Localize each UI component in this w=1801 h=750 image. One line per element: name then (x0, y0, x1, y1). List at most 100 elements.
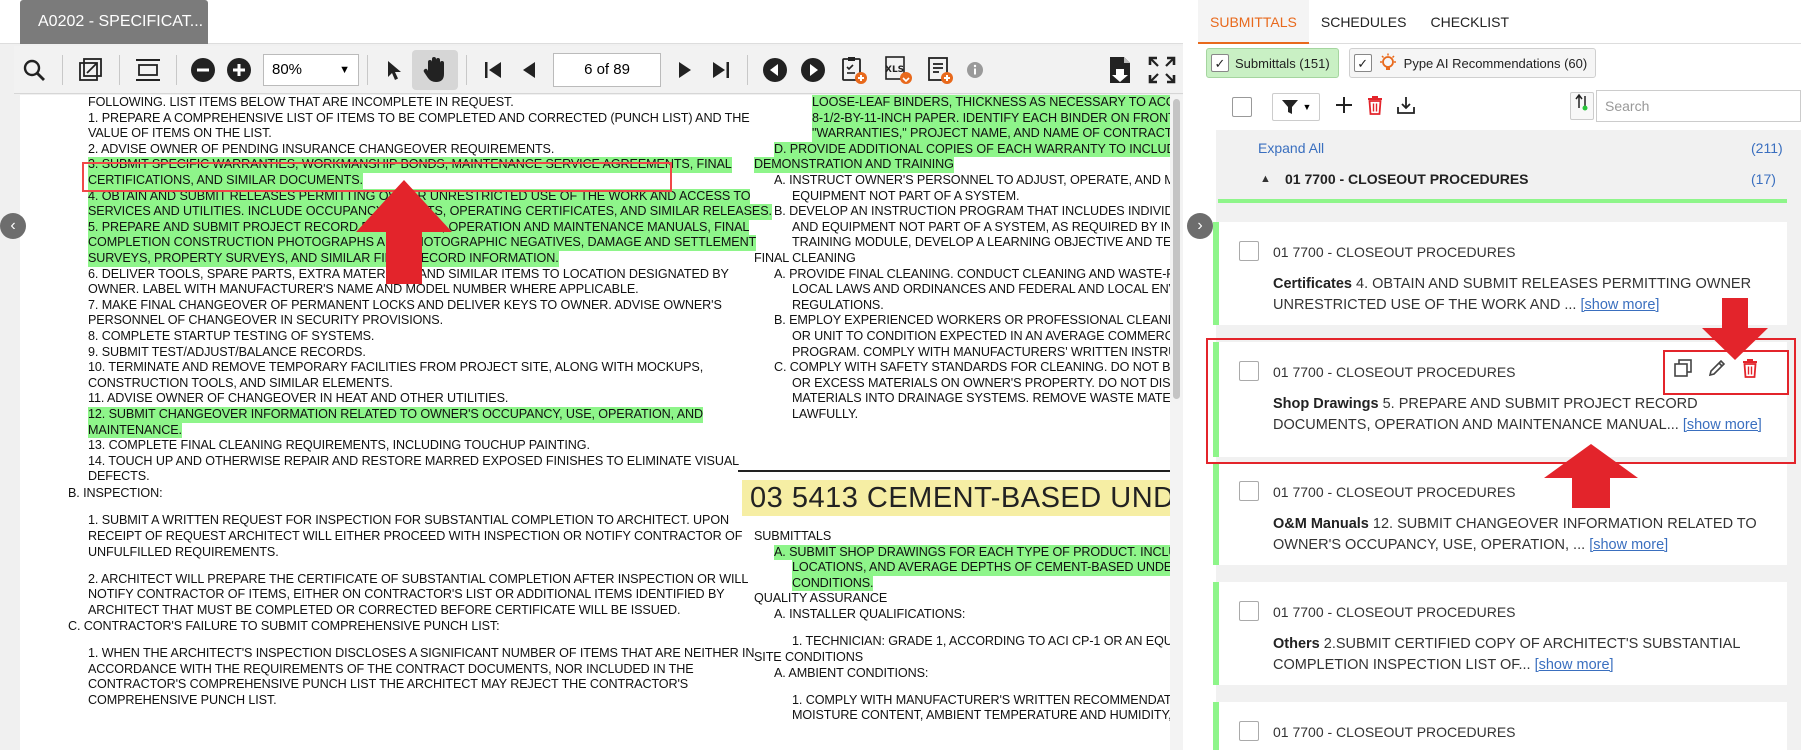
toolbar-divider (466, 54, 467, 85)
search-icon[interactable] (14, 50, 54, 90)
fit-width-icon[interactable] (128, 50, 168, 90)
document-text-line: A. AMBIENT CONDITIONS: (774, 665, 929, 680)
description-line-2: COMPLETION INSPECTION LIST OF... (1273, 657, 1535, 673)
annotation-arrow-down (1702, 298, 1768, 360)
zoom-value: 80% (272, 61, 303, 78)
add-submittal-icon[interactable] (832, 50, 876, 90)
card-checkbox[interactable] (1239, 721, 1259, 741)
search-input[interactable]: Search (1596, 90, 1801, 122)
group-highlight-bar (1218, 199, 1787, 203)
document-text-line: NOTIFY CONTRACTOR OF ITEMS, EITHER ON CO… (88, 587, 725, 602)
submittal-card[interactable]: 01 7700 - CLOSEOUT PROCEDURES Others 2.SU… (1213, 582, 1787, 685)
group-header[interactable]: ▲ 01 7700 - CLOSEOUT PROCEDURES (17) (1220, 164, 1795, 196)
back-view-icon[interactable] (756, 50, 794, 90)
filter-dropdown[interactable]: ▼ (1272, 93, 1320, 121)
description-line-2: UNRESTRICTED USE OF THE WORK AND ... (1273, 297, 1581, 313)
show-more-link[interactable]: [show more] (1535, 657, 1614, 673)
spec-title: - CLOSEOUT PROCEDURES (1323, 724, 1516, 740)
card-spec-code: 01 7700 - CLOSEOUT PROCEDURES (1273, 244, 1516, 260)
document-text-line: ACCORDANCE WITH THE REQUIREMENTS OF THE … (88, 661, 694, 676)
zoom-select[interactable]: 80% ▼ (263, 53, 359, 86)
annotation-arrow-up (356, 180, 452, 284)
download-document-icon[interactable] (1099, 50, 1141, 90)
document-viewer: A0202 - SPECIFICAT... 80% ▼ 6 of 89 XLS … (0, 0, 1183, 750)
tab-checklist[interactable]: CHECKLIST (1418, 0, 1521, 44)
zoom-out-icon[interactable] (185, 50, 221, 90)
zoom-in-icon[interactable] (221, 50, 257, 90)
description-line-1: 12. SUBMIT CHANGEOVER INFORMATION RELATE… (1368, 516, 1757, 532)
next-page-icon[interactable] (667, 50, 703, 90)
card-checkbox[interactable] (1239, 481, 1259, 501)
document-text-line: FINAL CLEANING (754, 251, 856, 265)
document-text-line: MATERIALS INTO DRAINAGE SYSTEMS. REMOVE … (792, 391, 1170, 406)
document-text-line: REGULATIONS. (792, 297, 884, 312)
document-text-line: B. INSPECTION: (68, 486, 163, 500)
submittal-type: Others (1273, 636, 1320, 652)
previous-page-icon[interactable] (511, 50, 547, 90)
ai-recommendations-chip[interactable]: ✓ Pype AI Recommendations (60) (1348, 48, 1597, 78)
card-spec-code: 01 7700 - CLOSEOUT PROCEDURES (1273, 484, 1516, 500)
page-number-input[interactable]: 6 of 89 (553, 52, 661, 87)
select-all-checkbox[interactable] (1232, 97, 1252, 117)
document-text-line: A. INSTRUCT OWNER'S PERSONNEL TO ADJUST,… (774, 173, 1170, 187)
panel-tabs: SUBMITTALS SCHEDULES CHECKLIST (1198, 0, 1801, 44)
document-text-line: 8-1/2-BY-11-INCH PAPER. IDENTIFY EACH BI… (812, 110, 1170, 127)
document-page[interactable]: 03 5413 CEMENT-BASED UND LOOSE-LEAF BIND… (20, 95, 1170, 750)
toolbar-divider (747, 54, 748, 85)
show-more-link[interactable]: [show more] (1589, 537, 1668, 553)
document-text-line: OWNER. LABEL WITH MANUFACTURER'S NAME AN… (88, 282, 639, 297)
document-tab[interactable]: A0202 - SPECIFICAT... (20, 0, 208, 44)
document-text-line: C. COMPLY WITH SAFETY STANDARDS FOR CLEA… (774, 360, 1170, 375)
document-text-line: CONSTRUCTION TOOLS, AND SIMILAR ELEMENTS… (88, 375, 393, 390)
document-text-line: "WARRANTIES," PROJECT NAME, AND NAME OF … (812, 126, 1170, 142)
app-root: A0202 - SPECIFICAT... 80% ▼ 6 of 89 XLS … (0, 0, 1801, 750)
last-page-icon[interactable] (703, 50, 739, 90)
show-more-link[interactable]: [show more] (1580, 297, 1659, 313)
collapse-left-icon[interactable]: ‹ (0, 213, 26, 239)
ai-bulb-icon (1379, 53, 1396, 70)
chevron-up-icon[interactable]: ▲ (1260, 173, 1271, 185)
fullscreen-icon[interactable] (1141, 50, 1183, 90)
tab-schedules[interactable]: SCHEDULES (1309, 0, 1419, 44)
document-scrollbar[interactable] (1170, 95, 1183, 750)
fit-page-icon[interactable] (71, 50, 111, 90)
document-text-line: COMPREHENSIVE PUNCH LIST. (88, 692, 277, 707)
card-checkbox[interactable] (1239, 601, 1259, 621)
document-text-line: UNFULFILLED REQUIREMENTS. (88, 544, 279, 559)
document-text-line: 8. COMPLETE STARTUP TESTING OF SYSTEMS. (88, 329, 375, 343)
info-icon[interactable] (960, 50, 990, 90)
submittal-card[interactable]: 01 7700 - CLOSEOUT PROCEDURES Certificate… (1213, 222, 1787, 325)
sort-button[interactable] (1570, 92, 1594, 120)
download-icon[interactable] (1396, 95, 1416, 120)
submittals-filter-chip[interactable]: ✓ Submittals (151) (1206, 48, 1339, 78)
document-text-line: 1. SUBMIT A WRITTEN REQUEST FOR INSPECTI… (88, 513, 730, 528)
document-right-column: LOOSE-LEAF BINDERS, THICKNESS AS NECESSA… (754, 95, 1170, 750)
hand-tool-icon[interactable] (412, 49, 458, 90)
document-text-line: CONTRACTOR'S COMPREHENSIVE PUNCH LIST TH… (88, 677, 689, 692)
add-icon[interactable] (1334, 95, 1354, 120)
submittal-card[interactable]: 01 7700 - CLOSEOUT PROCEDURES O&M Manuals… (1213, 462, 1787, 565)
expand-all-link[interactable]: Expand All (1258, 140, 1324, 156)
delete-icon[interactable] (1366, 95, 1384, 120)
document-text-line: TRAINING MODULE, DEVELOP A LEARNING OBJE… (792, 235, 1170, 250)
forward-view-icon[interactable] (794, 50, 832, 90)
collapse-panel-icon[interactable]: › (1187, 213, 1213, 239)
viewer-tab-bar: A0202 - SPECIFICAT... (0, 0, 1183, 44)
submittal-card[interactable]: 01 7700 - CLOSEOUT PROCEDURES (1213, 702, 1787, 750)
group-label: 01 7700 - CLOSEOUT PROCEDURES (1285, 171, 1529, 187)
checkmark-icon[interactable]: ✓ (1353, 54, 1372, 72)
first-page-icon[interactable] (475, 50, 511, 90)
spec-title: - CLOSEOUT PROCEDURES (1323, 484, 1516, 500)
checkmark-icon[interactable]: ✓ (1211, 54, 1229, 72)
export-xls-icon[interactable]: XLS (876, 50, 920, 90)
card-checkbox[interactable] (1239, 241, 1259, 261)
document-text-line: OR UNIT TO CONDITION EXPECTED IN AN AVER… (792, 329, 1170, 343)
document-text-line: B. DEVELOP AN INSTRUCTION PROGRAM THAT I… (774, 204, 1170, 219)
card-description: Certificates 4. OBTAIN AND SUBMIT RELEAS… (1273, 274, 1773, 316)
tab-submittals[interactable]: SUBMITTALS (1198, 0, 1309, 44)
description-line-1: 4. OBTAIN AND SUBMIT RELEASES PERMITTING… (1351, 276, 1752, 292)
pointer-icon[interactable] (376, 50, 412, 90)
card-description: O&M Manuals 12. SUBMIT CHANGEOVER INFORM… (1273, 514, 1773, 556)
list-add-icon[interactable] (920, 50, 960, 90)
scrollbar-thumb[interactable] (1173, 99, 1180, 399)
